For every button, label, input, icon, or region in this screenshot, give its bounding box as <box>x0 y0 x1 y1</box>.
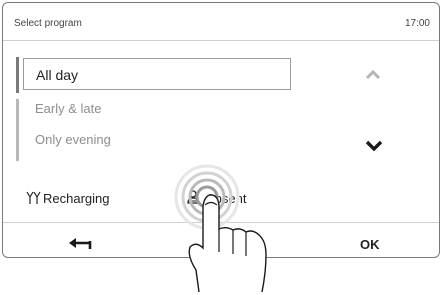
program-item-label: All day <box>36 67 79 83</box>
screen-title: Select program <box>14 18 82 29</box>
person-icon <box>187 190 199 204</box>
footer-divider <box>3 222 439 223</box>
recharging-button[interactable]: Recharging <box>25 187 165 209</box>
thermostat-screen: Select program 17:00 All day Early & lat… <box>2 2 440 258</box>
ok-button[interactable]: OK <box>360 237 380 252</box>
back-arrow-icon <box>69 238 92 249</box>
program-item[interactable]: Early & late <box>35 101 101 116</box>
scroll-down-button[interactable] <box>361 135 387 155</box>
antenna-icon <box>26 191 41 204</box>
back-button[interactable] <box>65 232 95 254</box>
list-scroll-indicator <box>16 57 19 93</box>
program-item-selected[interactable]: All day <box>23 58 291 90</box>
recharging-label: Recharging <box>43 191 110 206</box>
scroll-up-button[interactable] <box>360 65 386 85</box>
chevron-up-icon <box>365 69 381 80</box>
list-scroll-track <box>16 99 19 161</box>
absent-button[interactable]: Absent <box>185 187 295 209</box>
header: Select program 17:00 <box>3 3 439 41</box>
chevron-down-icon <box>365 140 383 152</box>
clock: 17:00 <box>404 18 430 29</box>
absent-label: Absent <box>206 191 247 206</box>
program-item[interactable]: Only evening <box>35 132 111 147</box>
